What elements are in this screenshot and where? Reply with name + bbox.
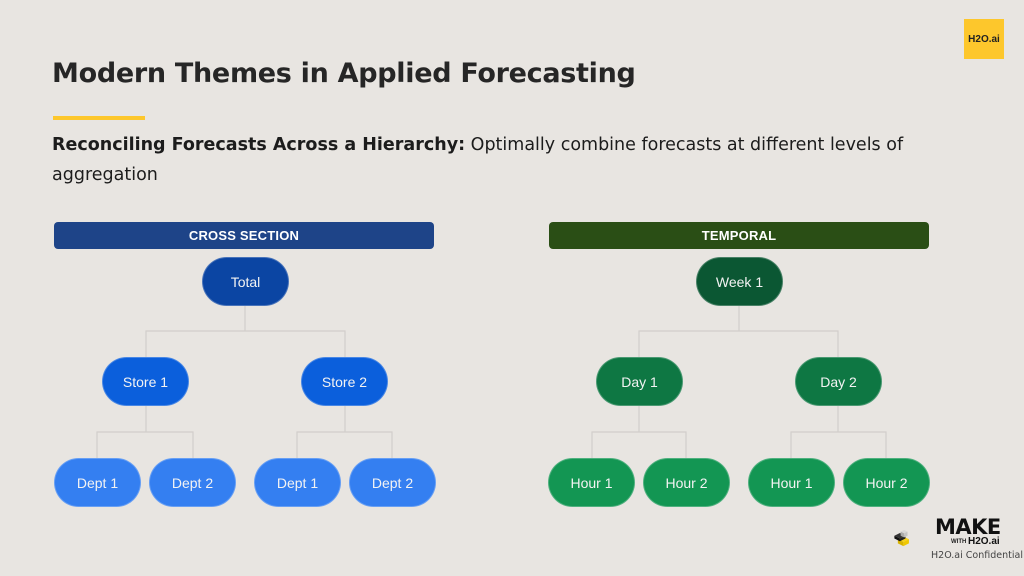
node-store1-dept-1: Dept 1 [54, 458, 141, 507]
connector-store2-depts [296, 406, 393, 458]
confidential-label: H2O.ai Confidential [931, 550, 1023, 561]
node-day1-hour-2: Hour 2 [643, 458, 730, 507]
temporal-header: TEMPORAL [549, 222, 929, 249]
node-store1-dept-2: Dept 2 [149, 458, 236, 507]
node-store-1: Store 1 [102, 357, 189, 406]
node-total: Total [202, 257, 289, 306]
connector-store1-depts [96, 406, 194, 458]
cross-section-header: CROSS SECTION [54, 222, 434, 249]
node-day1-hour-1: Hour 1 [548, 458, 635, 507]
connector-day2-hours [790, 406, 887, 458]
node-day2-hour-1: Hour 1 [748, 458, 835, 507]
node-day-1: Day 1 [596, 357, 683, 406]
node-day2-hour-2: Hour 2 [843, 458, 930, 507]
node-week-1: Week 1 [696, 257, 783, 306]
connector-total-stores [145, 306, 346, 357]
connector-week-days [638, 306, 839, 357]
connector-day1-hours [591, 406, 687, 458]
make-with-label: WITH [951, 539, 967, 545]
make-brand-label: H2O.ai [968, 536, 1000, 547]
node-day-2: Day 2 [795, 357, 882, 406]
node-store2-dept-2: Dept 2 [349, 458, 436, 507]
node-store-2: Store 2 [301, 357, 388, 406]
node-store2-dept-1: Dept 1 [254, 458, 341, 507]
